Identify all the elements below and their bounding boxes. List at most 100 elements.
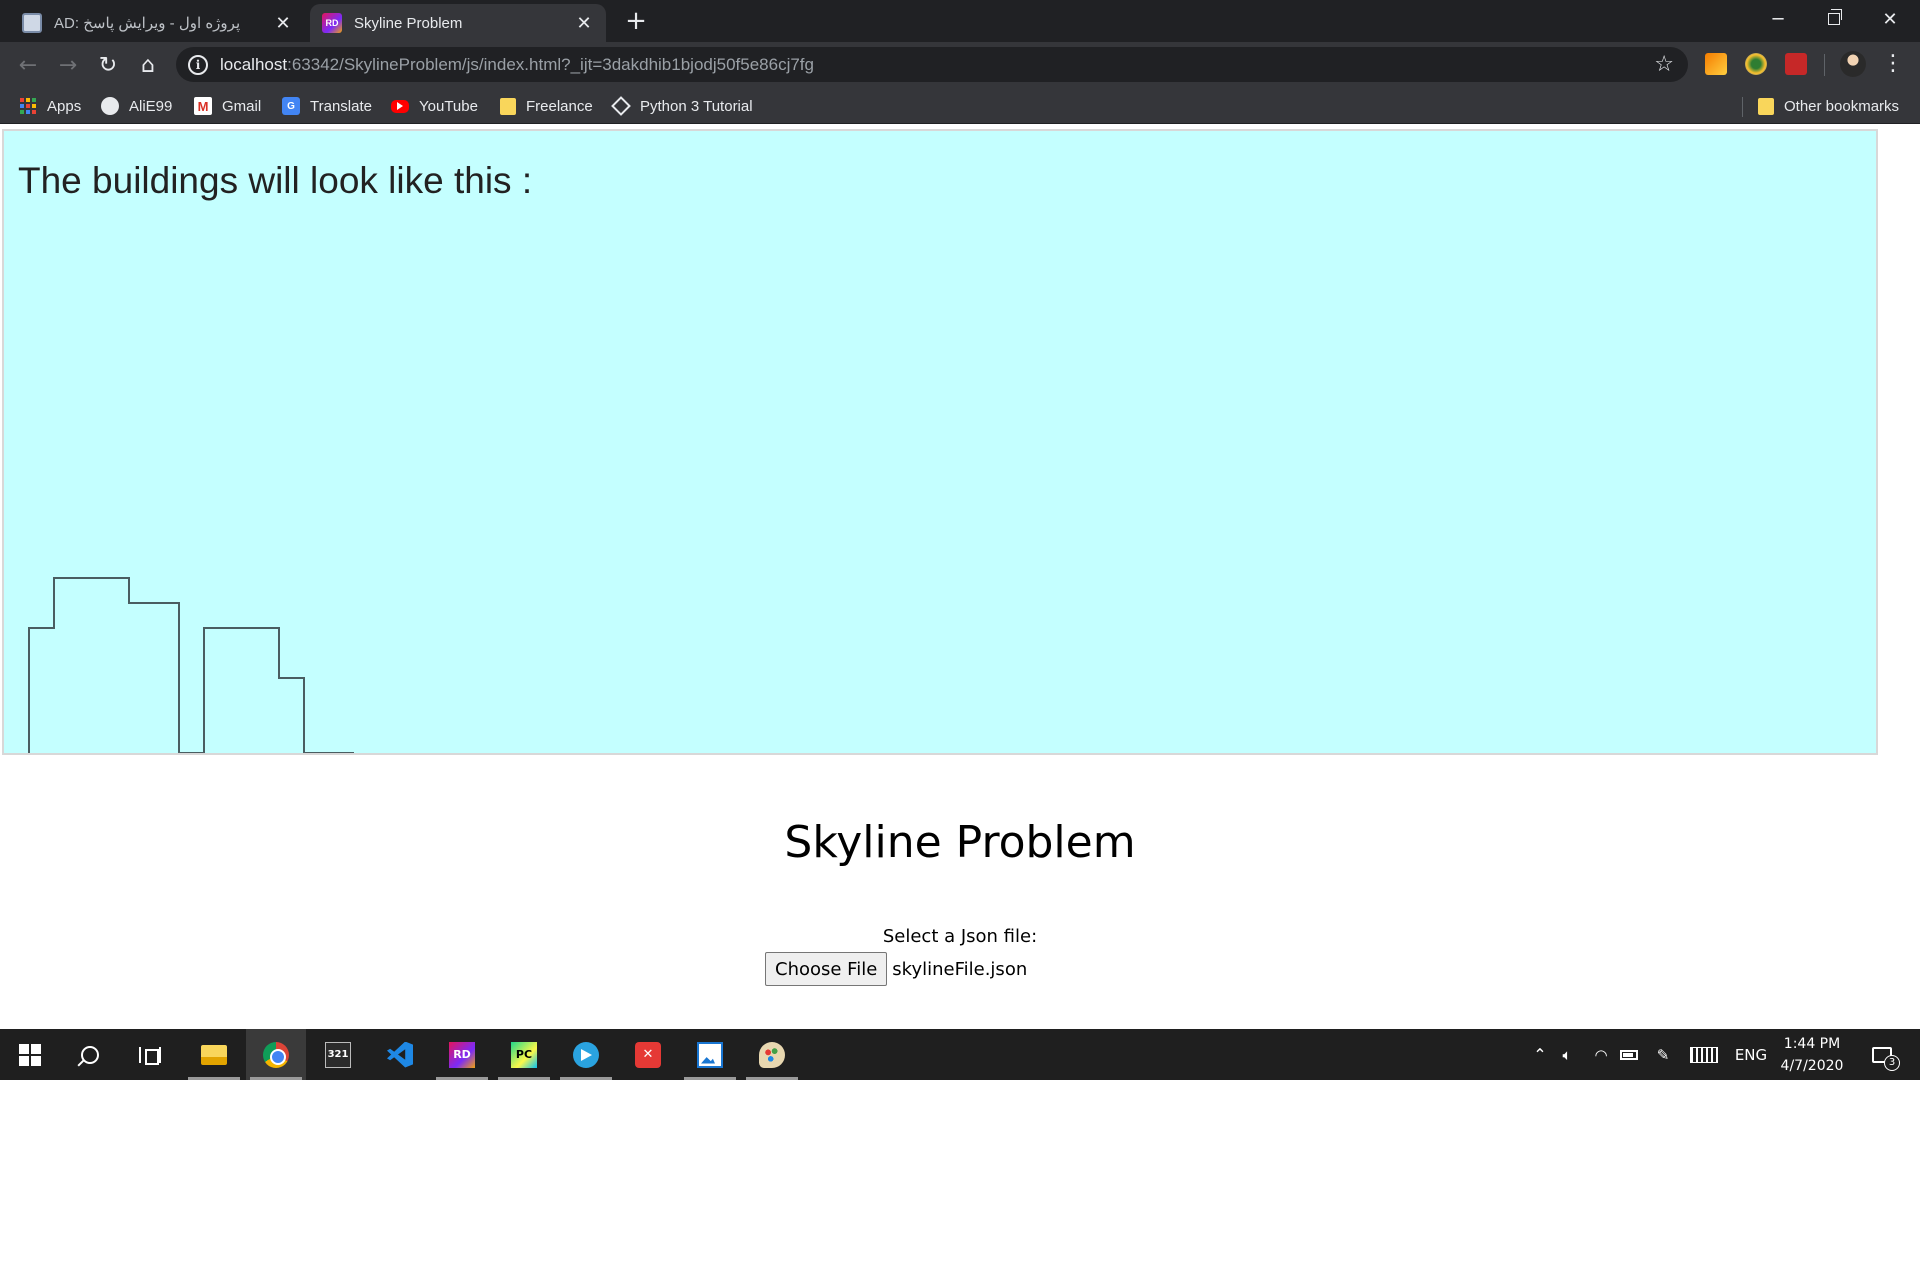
page-title: Skyline Problem xyxy=(784,817,1136,868)
system-clock[interactable]: 1:44 PM 4/7/2020 xyxy=(1776,1029,1848,1080)
search-icon xyxy=(81,1045,99,1064)
clock-date: 4/7/2020 xyxy=(1780,1057,1844,1074)
extension-red-icon[interactable] xyxy=(1785,53,1807,75)
screen: AD: پروژه اول - ویرایش پاسخ ✕ RD Skyline… xyxy=(0,0,1920,1080)
apps-grid-icon xyxy=(19,97,37,115)
page-viewport: The buildings will look like this : Skyl… xyxy=(0,125,1920,1029)
close-icon[interactable]: ✕ xyxy=(273,13,293,33)
bookmark-gmail[interactable]: M Gmail xyxy=(194,93,261,119)
rider-favicon-icon: RD xyxy=(322,13,342,33)
url-text[interactable]: localhost:63342/SkylineProblem/js/index.… xyxy=(220,55,814,75)
bookmark-label: Freelance xyxy=(526,97,593,115)
restore-icon xyxy=(1828,9,1842,25)
restore-button[interactable] xyxy=(1806,0,1862,38)
bookmark-python-tutorial[interactable]: Python 3 Tutorial xyxy=(611,93,753,119)
bookmark-label: Other bookmarks xyxy=(1784,97,1900,115)
address-bar[interactable]: i localhost:63342/SkylineProblem/js/inde… xyxy=(176,47,1688,82)
task-view-icon xyxy=(139,1046,161,1065)
minimize-button[interactable]: ─ xyxy=(1750,0,1806,38)
volume-button[interactable]: 🔈︎ xyxy=(1556,1029,1578,1080)
taskbar-pycharm[interactable]: PC xyxy=(494,1029,554,1080)
tab-ad-project[interactable]: AD: پروژه اول - ویرایش پاسخ ✕ xyxy=(10,4,305,42)
bookmark-youtube[interactable]: YouTube xyxy=(391,93,478,119)
youtube-icon xyxy=(391,99,409,113)
other-bookmarks[interactable]: Other bookmarks xyxy=(1758,93,1899,119)
profile-avatar[interactable] xyxy=(1840,51,1866,77)
321-media-icon: 321 xyxy=(325,1041,351,1068)
pycharm-icon: PC xyxy=(511,1041,537,1068)
pen-workspace-button[interactable]: ✎ xyxy=(1652,1029,1674,1080)
rider-icon: RD xyxy=(449,1041,475,1068)
extension-globe-icon[interactable] xyxy=(1745,53,1767,75)
toolbar-divider xyxy=(1824,54,1825,76)
ad-favicon-icon xyxy=(22,13,42,33)
close-window-button[interactable]: ✕ xyxy=(1862,0,1918,38)
start-button[interactable] xyxy=(0,1029,60,1080)
show-hidden-icons-button[interactable]: ⌃ xyxy=(1530,1029,1550,1080)
home-button[interactable]: ⌂ xyxy=(132,49,164,81)
skyline-drawing xyxy=(28,577,354,753)
battery-icon xyxy=(1620,1049,1638,1060)
network-button[interactable]: ◠ xyxy=(1590,1029,1612,1080)
selected-file-name: skylineFile.json xyxy=(892,958,1028,980)
taskbar-file-explorer[interactable] xyxy=(184,1029,244,1080)
taskbar-321-media[interactable]: 321 xyxy=(308,1029,368,1080)
bookmark-apps[interactable]: Apps xyxy=(19,93,81,119)
file-input: Choose File skylineFile.json xyxy=(765,952,1027,986)
browser-menu-icon[interactable]: ⋮ xyxy=(1880,50,1906,80)
bookmark-label: Translate xyxy=(310,97,372,115)
wifi-icon: ◠ xyxy=(1594,1045,1608,1064)
folder-icon xyxy=(1758,97,1774,115)
bookmark-alie99[interactable]: AliE99 xyxy=(101,93,172,119)
search-button[interactable] xyxy=(60,1029,120,1080)
close-icon[interactable]: ✕ xyxy=(574,13,594,33)
tab-title: AD: پروژه اول - ویرایش پاسخ xyxy=(54,15,241,32)
tab-skyline-problem[interactable]: RD Skyline Problem ✕ xyxy=(310,4,606,42)
input-language[interactable]: ENG xyxy=(1733,1029,1769,1080)
github-icon xyxy=(101,97,119,115)
vscode-icon xyxy=(387,1041,413,1068)
telegram-icon xyxy=(573,1041,599,1068)
windows-logo-icon xyxy=(19,1043,41,1066)
forward-button[interactable]: → xyxy=(52,49,84,81)
bookmarks-divider xyxy=(1742,97,1743,117)
skyline-canvas: The buildings will look like this : xyxy=(2,129,1878,755)
taskbar-chrome[interactable] xyxy=(246,1029,306,1080)
taskbar-paint[interactable] xyxy=(742,1029,802,1080)
chrome-icon xyxy=(263,1041,289,1068)
red-app-icon: ✕ xyxy=(635,1041,661,1068)
paint-icon xyxy=(759,1041,785,1068)
taskbar-telegram[interactable] xyxy=(556,1029,616,1080)
new-tab-button[interactable]: + xyxy=(622,8,650,36)
reload-button[interactable]: ↻ xyxy=(92,49,124,81)
skyline-outline xyxy=(28,577,354,753)
translate-icon: G xyxy=(282,97,300,115)
action-center-button[interactable]: 3 xyxy=(1862,1029,1902,1080)
touch-keyboard-button[interactable] xyxy=(1690,1029,1718,1080)
bookmark-star-icon[interactable]: ☆ xyxy=(1654,52,1674,77)
extension-chart-icon[interactable] xyxy=(1705,53,1727,75)
gmail-icon: M xyxy=(194,97,212,115)
taskbar-vscode[interactable] xyxy=(370,1029,430,1080)
windows-taskbar: 321 RD PC ✕ ⌃ 🔈︎ ◠ ✎ ENG 1:44 PM 4/7/202… xyxy=(0,1029,1920,1080)
python-tutorial-icon xyxy=(611,96,631,116)
photos-icon xyxy=(697,1041,723,1068)
task-view-button[interactable] xyxy=(120,1029,180,1080)
bookmark-label: Gmail xyxy=(222,97,262,115)
taskbar-photos[interactable] xyxy=(680,1029,740,1080)
bookmark-freelance[interactable]: Freelance xyxy=(500,93,593,119)
notification-icon: 3 xyxy=(1872,1046,1900,1071)
bookmark-label: Python 3 Tutorial xyxy=(640,97,753,115)
taskbar-red-app[interactable]: ✕ xyxy=(618,1029,678,1080)
battery-button[interactable] xyxy=(1620,1029,1638,1080)
speaker-icon: 🔈︎ xyxy=(1562,1045,1572,1064)
site-info-icon[interactable]: i xyxy=(188,54,208,75)
bookmark-translate[interactable]: G Translate xyxy=(282,93,372,119)
browser-toolbar: ← → ↻ ⌂ i localhost:63342/SkylineProblem… xyxy=(0,42,1920,87)
bookmark-label: AliE99 xyxy=(129,97,173,115)
file-input-label: Select a Json file: xyxy=(882,926,1038,947)
back-button[interactable]: ← xyxy=(12,49,44,81)
tab-title: Skyline Problem xyxy=(354,14,463,32)
taskbar-rider[interactable]: RD xyxy=(432,1029,492,1080)
choose-file-button[interactable]: Choose File xyxy=(765,952,888,986)
